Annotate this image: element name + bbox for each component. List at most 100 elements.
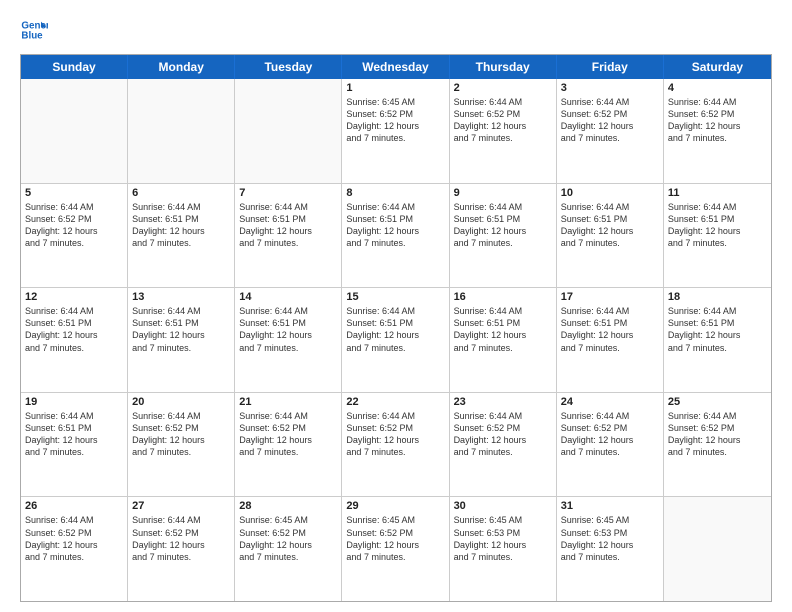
day-number: 29 <box>346 500 444 512</box>
day-number: 2 <box>454 82 552 94</box>
day-number: 4 <box>668 82 767 94</box>
logo-icon: General Blue <box>20 16 48 44</box>
day-info: Sunrise: 6:44 AM Sunset: 6:52 PM Dayligh… <box>239 410 337 459</box>
week-row-5: 26 Sunrise: 6:44 AM Sunset: 6:52 PM Dayli… <box>21 497 771 601</box>
header-day-saturday: Saturday <box>664 55 771 79</box>
day-info: Sunrise: 6:44 AM Sunset: 6:51 PM Dayligh… <box>668 305 767 354</box>
week-row-1: 1 Sunrise: 6:45 AM Sunset: 6:52 PM Daylig… <box>21 79 771 184</box>
calendar-header: SundayMondayTuesdayWednesdayThursdayFrid… <box>21 55 771 79</box>
day-info: Sunrise: 6:44 AM Sunset: 6:51 PM Dayligh… <box>25 305 123 354</box>
day-cell-1: 1 Sunrise: 6:45 AM Sunset: 6:52 PM Daylig… <box>342 79 449 183</box>
day-cell-21: 21 Sunrise: 6:44 AM Sunset: 6:52 PM Dayli… <box>235 393 342 497</box>
day-number: 14 <box>239 291 337 303</box>
day-info: Sunrise: 6:44 AM Sunset: 6:52 PM Dayligh… <box>668 410 767 459</box>
day-info: Sunrise: 6:44 AM Sunset: 6:52 PM Dayligh… <box>25 201 123 250</box>
day-info: Sunrise: 6:44 AM Sunset: 6:52 PM Dayligh… <box>132 514 230 563</box>
header-day-wednesday: Wednesday <box>342 55 449 79</box>
day-info: Sunrise: 6:44 AM Sunset: 6:52 PM Dayligh… <box>454 96 552 145</box>
day-info: Sunrise: 6:44 AM Sunset: 6:52 PM Dayligh… <box>668 96 767 145</box>
day-cell-25: 25 Sunrise: 6:44 AM Sunset: 6:52 PM Dayli… <box>664 393 771 497</box>
logo: General Blue <box>20 16 52 44</box>
day-info: Sunrise: 6:44 AM Sunset: 6:51 PM Dayligh… <box>454 305 552 354</box>
day-cell-23: 23Sunrise: 6:44 AM Sunset: 6:52 PM Dayli… <box>450 393 557 497</box>
svg-text:Blue: Blue <box>21 30 43 41</box>
day-info: Sunrise: 6:44 AM Sunset: 6:51 PM Dayligh… <box>346 305 444 354</box>
day-cell-13: 13 Sunrise: 6:44 AM Sunset: 6:51 PM Dayli… <box>128 288 235 392</box>
day-cell-26: 26 Sunrise: 6:44 AM Sunset: 6:52 PM Dayli… <box>21 497 128 601</box>
calendar-body: 1 Sunrise: 6:45 AM Sunset: 6:52 PM Daylig… <box>21 79 771 601</box>
header-day-thursday: Thursday <box>450 55 557 79</box>
day-number: 1 <box>346 82 444 94</box>
day-cell-20: 20 Sunrise: 6:44 AM Sunset: 6:52 PM Dayli… <box>128 393 235 497</box>
header-day-friday: Friday <box>557 55 664 79</box>
day-number: 24 <box>561 396 659 408</box>
day-info: Sunrise: 6:44 AM Sunset: 6:51 PM Dayligh… <box>346 201 444 250</box>
day-cell-2: 2 Sunrise: 6:44 AM Sunset: 6:52 PM Daylig… <box>450 79 557 183</box>
day-number: 9 <box>454 187 552 199</box>
day-cell-5: 5 Sunrise: 6:44 AM Sunset: 6:52 PM Daylig… <box>21 184 128 288</box>
day-number: 13 <box>132 291 230 303</box>
day-info: Sunrise: 6:45 AM Sunset: 6:52 PM Dayligh… <box>346 96 444 145</box>
day-info: Sunrise: 6:44 AM Sunset: 6:51 PM Dayligh… <box>454 201 552 250</box>
day-info: Sunrise: 6:45 AM Sunset: 6:53 PM Dayligh… <box>561 514 659 563</box>
day-number: 12 <box>25 291 123 303</box>
day-info: Sunrise: 6:44 AM Sunset: 6:52 PM Dayligh… <box>25 514 123 563</box>
day-number: 25 <box>668 396 767 408</box>
day-number: 8 <box>346 187 444 199</box>
day-number: 19 <box>25 396 123 408</box>
day-number: 6 <box>132 187 230 199</box>
empty-cell <box>235 79 342 183</box>
day-info: Sunrise: 6:44 AM Sunset: 6:51 PM Dayligh… <box>132 201 230 250</box>
day-number: 20 <box>132 396 230 408</box>
day-cell-17: 17 Sunrise: 6:44 AM Sunset: 6:51 PM Dayli… <box>557 288 664 392</box>
empty-cell <box>21 79 128 183</box>
day-number: 18 <box>668 291 767 303</box>
day-cell-19: 19 Sunrise: 6:44 AM Sunset: 6:51 PM Dayli… <box>21 393 128 497</box>
day-number: 10 <box>561 187 659 199</box>
day-cell-15: 15Sunrise: 6:44 AM Sunset: 6:51 PM Dayli… <box>342 288 449 392</box>
header-day-sunday: Sunday <box>21 55 128 79</box>
week-row-3: 12 Sunrise: 6:44 AM Sunset: 6:51 PM Dayli… <box>21 288 771 393</box>
calendar: SundayMondayTuesdayWednesdayThursdayFrid… <box>20 54 772 602</box>
day-number: 7 <box>239 187 337 199</box>
day-info: Sunrise: 6:44 AM Sunset: 6:51 PM Dayligh… <box>239 201 337 250</box>
week-row-4: 19 Sunrise: 6:44 AM Sunset: 6:51 PM Dayli… <box>21 393 771 498</box>
day-cell-24: 24 Sunrise: 6:44 AM Sunset: 6:52 PM Dayli… <box>557 393 664 497</box>
day-cell-9: 9 Sunrise: 6:44 AM Sunset: 6:51 PM Daylig… <box>450 184 557 288</box>
day-info: Sunrise: 6:44 AM Sunset: 6:52 PM Dayligh… <box>561 96 659 145</box>
day-number: 31 <box>561 500 659 512</box>
empty-cell <box>664 497 771 601</box>
day-info: Sunrise: 6:44 AM Sunset: 6:52 PM Dayligh… <box>561 410 659 459</box>
header-day-tuesday: Tuesday <box>235 55 342 79</box>
day-number: 11 <box>668 187 767 199</box>
day-cell-4: 4 Sunrise: 6:44 AM Sunset: 6:52 PM Daylig… <box>664 79 771 183</box>
day-cell-6: 6 Sunrise: 6:44 AM Sunset: 6:51 PM Daylig… <box>128 184 235 288</box>
day-number: 27 <box>132 500 230 512</box>
day-info: Sunrise: 6:44 AM Sunset: 6:51 PM Dayligh… <box>25 410 123 459</box>
day-number: 17 <box>561 291 659 303</box>
day-cell-27: 27 Sunrise: 6:44 AM Sunset: 6:52 PM Dayli… <box>128 497 235 601</box>
day-cell-28: 28Sunrise: 6:45 AM Sunset: 6:52 PM Dayli… <box>235 497 342 601</box>
day-info: Sunrise: 6:44 AM Sunset: 6:52 PM Dayligh… <box>132 410 230 459</box>
day-number: 21 <box>239 396 337 408</box>
day-cell-31: 31 Sunrise: 6:45 AM Sunset: 6:53 PM Dayli… <box>557 497 664 601</box>
day-info: Sunrise: 6:44 AM Sunset: 6:52 PM Dayligh… <box>346 410 444 459</box>
day-number: 5 <box>25 187 123 199</box>
day-cell-7: 7 Sunrise: 6:44 AM Sunset: 6:51 PM Daylig… <box>235 184 342 288</box>
day-info: Sunrise: 6:45 AM Sunset: 6:53 PM Dayligh… <box>454 514 552 563</box>
header-day-monday: Monday <box>128 55 235 79</box>
day-number: 28 <box>239 500 337 512</box>
day-cell-29: 29 Sunrise: 6:45 AM Sunset: 6:52 PM Dayli… <box>342 497 449 601</box>
week-row-2: 5 Sunrise: 6:44 AM Sunset: 6:52 PM Daylig… <box>21 184 771 289</box>
day-info: Sunrise: 6:45 AM Sunset: 6:52 PM Dayligh… <box>346 514 444 563</box>
day-info: Sunrise: 6:44 AM Sunset: 6:51 PM Dayligh… <box>561 305 659 354</box>
day-number: 26 <box>25 500 123 512</box>
day-number: 23 <box>454 396 552 408</box>
day-cell-12: 12 Sunrise: 6:44 AM Sunset: 6:51 PM Dayli… <box>21 288 128 392</box>
day-number: 3 <box>561 82 659 94</box>
day-info: Sunrise: 6:44 AM Sunset: 6:51 PM Dayligh… <box>132 305 230 354</box>
page-header: General Blue <box>20 16 772 44</box>
day-number: 22 <box>346 396 444 408</box>
empty-cell <box>128 79 235 183</box>
day-info: Sunrise: 6:44 AM Sunset: 6:51 PM Dayligh… <box>668 201 767 250</box>
